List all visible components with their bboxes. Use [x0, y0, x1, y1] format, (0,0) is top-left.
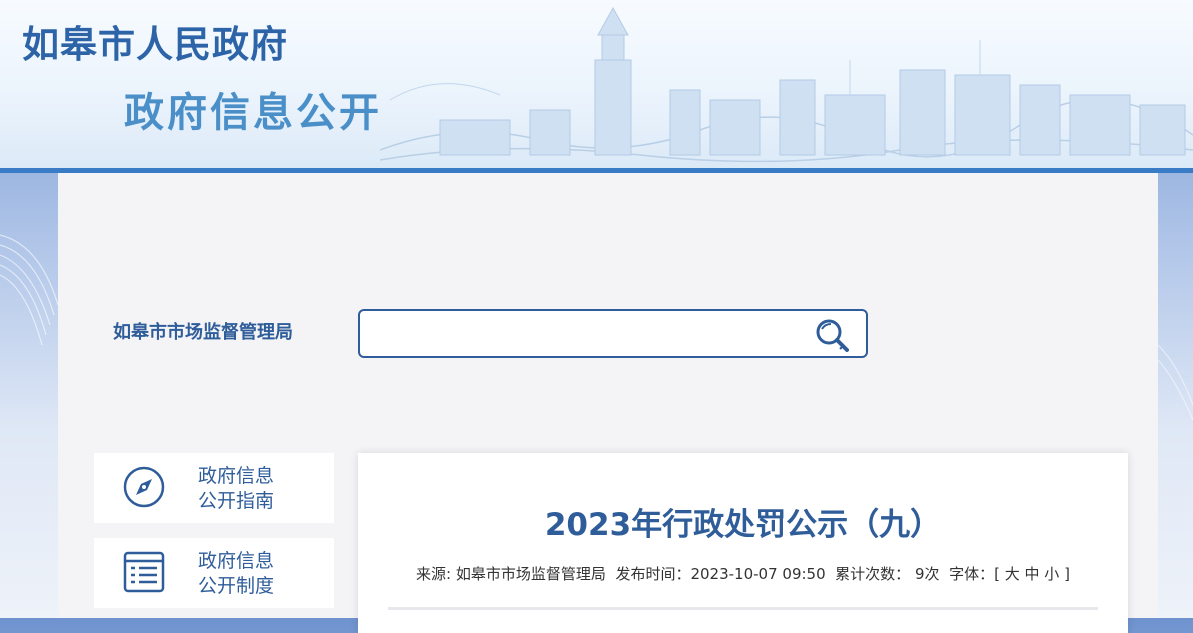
- decorative-swoosh-right: [1158, 344, 1193, 421]
- site-header: 如皋市人民政府 政府信息公开: [0, 0, 1193, 170]
- search-icon[interactable]: [812, 316, 852, 354]
- font-size-bracket: ]: [1064, 565, 1070, 583]
- article-meta: 来源: 如皋市市场监督管理局 发布时间：2023-10-07 09:50 累计次…: [358, 563, 1128, 584]
- site-subtitle: 政府信息公开: [124, 90, 382, 136]
- font-size-small-link[interactable]: 小: [1044, 565, 1059, 583]
- decorative-swoosh: [0, 234, 59, 346]
- nav-item-disclosure-system[interactable]: 政府信息 公开制度: [94, 538, 334, 608]
- compass-icon: [123, 466, 165, 508]
- department-name: 如皋市市场监督管理局: [113, 322, 293, 343]
- nav-item-label: 政府信息 公开指南: [198, 465, 275, 512]
- publish-label: 发布时间：: [615, 565, 691, 583]
- title-divider: [388, 607, 1098, 610]
- city-skyline-illustration: [380, 6, 1193, 163]
- source-label: 来源:: [416, 565, 452, 583]
- font-size-label: 字体：[: [949, 565, 1000, 583]
- views-count: 9次: [914, 565, 940, 583]
- source-value: 如皋市市场监督管理局: [455, 565, 606, 583]
- publish-time: 2023-10-07 09:50: [690, 565, 826, 583]
- nav-item-label: 政府信息 公开制度: [198, 550, 275, 597]
- document-list-icon: [123, 551, 165, 593]
- font-size-medium-link[interactable]: 中: [1025, 565, 1040, 583]
- article-card: 2023年行政处罚公示（九） 来源: 如皋市市场监督管理局 发布时间：2023-…: [358, 453, 1128, 633]
- views-label: 累计次数：: [835, 565, 911, 583]
- main-panel: 如皋市市场监督管理局 政府信息 公开指南 政府信息 公开制度 2023年行政处罚…: [58, 173, 1158, 633]
- article-title: 2023年行政处罚公示（九）: [544, 507, 942, 543]
- search-input[interactable]: [370, 317, 794, 351]
- nav-item-disclosure-guide[interactable]: 政府信息 公开指南: [94, 453, 334, 523]
- search-box: [358, 309, 868, 358]
- site-title: 如皋市人民政府: [22, 23, 288, 66]
- font-size-large-link[interactable]: 大: [1005, 565, 1020, 583]
